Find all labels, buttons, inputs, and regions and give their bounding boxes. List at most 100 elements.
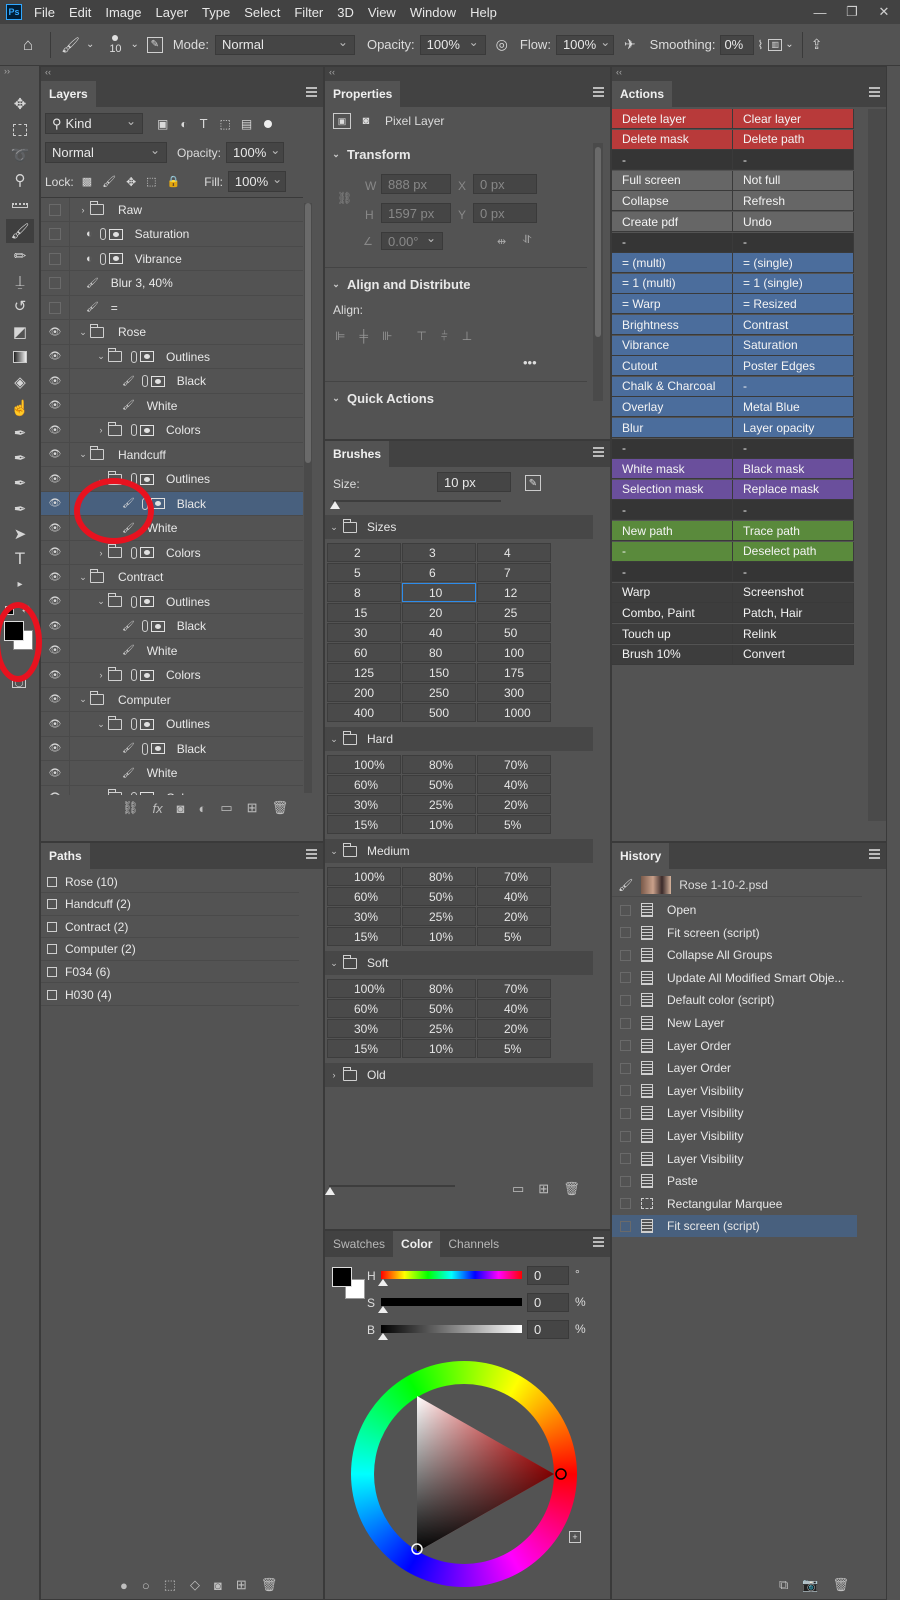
layer-mask-icon[interactable] (140, 547, 154, 558)
layer-mask-icon[interactable] (140, 473, 154, 485)
brush-preset[interactable]: 25% (402, 795, 476, 814)
filter-smart-object-icon[interactable]: ▤ (241, 117, 252, 131)
history-state[interactable]: Default color (script) (612, 989, 857, 1011)
brush-preset[interactable]: 4 (477, 543, 551, 562)
link-dimensions-icon[interactable]: ⛓ (337, 191, 352, 205)
action-button[interactable]: Brightness (612, 315, 733, 335)
eraser-tool-icon[interactable]: ◩ (6, 320, 34, 344)
brush-preset-chevron-icon[interactable]: ⌄ (130, 39, 138, 50)
history-state[interactable]: Layer Order (612, 1057, 857, 1079)
add-path-mask-icon[interactable]: ◙ (214, 1578, 222, 1593)
brightness-slider[interactable] (381, 1325, 522, 1333)
action-button[interactable]: = (single) (733, 253, 854, 274)
align-top-icon[interactable]: ⊤ (416, 329, 426, 344)
action-button[interactable]: = Resized (733, 294, 854, 315)
brush-preset[interactable]: 10% (402, 815, 476, 834)
add-mask-icon[interactable]: ◙ (177, 801, 185, 816)
history-state[interactable]: Layer Visibility (612, 1125, 857, 1147)
share-icon[interactable]: ⇪ (811, 36, 823, 53)
layer-row[interactable]: 👁 ⌄ Rose (41, 320, 303, 345)
brush-preset[interactable]: 40% (477, 887, 551, 906)
link-icon[interactable] (141, 742, 148, 755)
visibility-eye-icon[interactable]: 👁 (41, 449, 69, 460)
photoshop-logo-icon[interactable]: Ps (6, 4, 22, 20)
action-button[interactable]: - (733, 150, 854, 171)
action-button[interactable]: - (733, 438, 854, 459)
smoothing-field[interactable]: 0% (720, 34, 755, 55)
history-state[interactable]: Layer Order (612, 1035, 857, 1057)
brush-preset[interactable]: 250 (402, 683, 476, 702)
layer-mask-icon[interactable] (140, 669, 154, 681)
history-checkbox[interactable] (620, 994, 631, 1006)
layer-mask-icon[interactable] (140, 718, 154, 730)
link-icon[interactable] (131, 791, 137, 795)
action-button[interactable]: Refresh (733, 191, 854, 212)
history-state[interactable]: Open (612, 899, 857, 921)
hue-slider-handle[interactable] (378, 1279, 388, 1286)
align-center-v-icon[interactable]: ⫩ (441, 329, 448, 344)
action-button[interactable]: - (612, 150, 733, 171)
layer-row[interactable]: 🖌 = (41, 295, 303, 320)
chevron-down-icon[interactable]: ⌄ (96, 596, 106, 607)
brush-group-old[interactable]: › Old (325, 1063, 593, 1087)
delete-path-icon[interactable]: 🗑 (261, 1577, 278, 1593)
link-icon[interactable] (141, 375, 148, 387)
brush-preset[interactable]: 5% (477, 927, 551, 946)
link-icon[interactable] (131, 718, 137, 730)
action-button[interactable]: Overlay (612, 397, 733, 418)
eyedropper-tool-icon[interactable]: ⚲ (6, 168, 34, 192)
brush-preset[interactable]: 6 (402, 563, 476, 582)
symmetry-chevron-icon[interactable]: ⌄ (785, 39, 793, 50)
saturation-slider[interactable] (381, 1298, 522, 1306)
brush-preset[interactable]: 150 (402, 663, 476, 682)
layer-row[interactable]: 👁 › Colors (41, 663, 303, 688)
new-layer-icon[interactable]: ⊞ (247, 800, 258, 816)
brush-preset[interactable]: 2 (327, 543, 401, 562)
lock-all-icon[interactable]: 🔒 (167, 175, 181, 188)
layer-row[interactable]: 👁 › Colors (41, 540, 303, 565)
brush-size-slider[interactable] (333, 500, 501, 502)
freeform-pen-tool-icon[interactable]: ✒ (6, 471, 34, 495)
action-button[interactable]: - (733, 562, 854, 583)
layer-opacity-field[interactable]: 100% (226, 142, 285, 163)
snapshot-icon[interactable]: 📷 (802, 1577, 818, 1593)
layer-mask-icon[interactable] (108, 253, 123, 264)
history-state[interactable]: Fit screen (script) (612, 922, 857, 944)
chevron-right-icon[interactable]: › (96, 548, 106, 558)
layer-row[interactable]: 👁 ⌄ Computer (41, 687, 303, 712)
visibility-eye-icon[interactable]: 👁 (41, 425, 69, 436)
action-button[interactable]: Vibrance (612, 335, 733, 356)
action-button[interactable]: Relink (733, 624, 854, 644)
action-button[interactable]: Saturation (733, 335, 854, 356)
fill-path-icon[interactable]: ● (120, 1578, 128, 1593)
layer-row[interactable]: 👁 › Colors (41, 418, 303, 443)
brush-preset[interactable]: 10% (402, 1039, 476, 1058)
chevron-right-icon[interactable]: › (329, 1070, 339, 1080)
menu-window[interactable]: Window (403, 5, 463, 20)
marquee-tool-icon[interactable] (6, 118, 34, 142)
brush-tool-icon[interactable]: 🖌 (61, 36, 80, 54)
action-button[interactable]: = (multi) (612, 253, 733, 274)
brush-preset[interactable]: 25% (402, 1019, 476, 1038)
brush-preset[interactable]: 30% (327, 795, 401, 814)
brush-preset[interactable]: 40 (402, 623, 476, 642)
link-icon[interactable] (99, 252, 106, 265)
brush-preset[interactable]: 500 (402, 703, 476, 722)
action-button[interactable]: = 1 (multi) (612, 273, 733, 294)
action-button[interactable]: = 1 (single) (733, 273, 854, 294)
action-button[interactable]: Warp (612, 582, 733, 603)
collapse-toolbar-icon[interactable]: ›› (4, 66, 10, 76)
direct-selection-tool-icon[interactable]: ▸ (6, 572, 34, 596)
history-state[interactable]: Update All Modified Smart Obje... (612, 967, 857, 989)
brush-preset[interactable]: 20% (477, 1019, 551, 1038)
filter-shape-icon[interactable]: ⬚ (220, 117, 231, 131)
close-button[interactable]: ✕ (868, 4, 900, 20)
path-selection-tool-icon[interactable]: ➤ (6, 522, 34, 546)
fill-field[interactable]: 100% (227, 171, 286, 192)
layer-row[interactable]: 👁 🖌 White (41, 638, 303, 663)
new-brush-icon[interactable]: ⊞ (538, 1181, 549, 1197)
visibility-eye-icon[interactable]: 👁 (41, 547, 69, 558)
chevron-right-icon[interactable]: › (96, 425, 106, 435)
layer-row[interactable]: 👁 🖌 White (41, 761, 303, 786)
pencil-tool-icon[interactable]: ✏ (6, 244, 34, 268)
